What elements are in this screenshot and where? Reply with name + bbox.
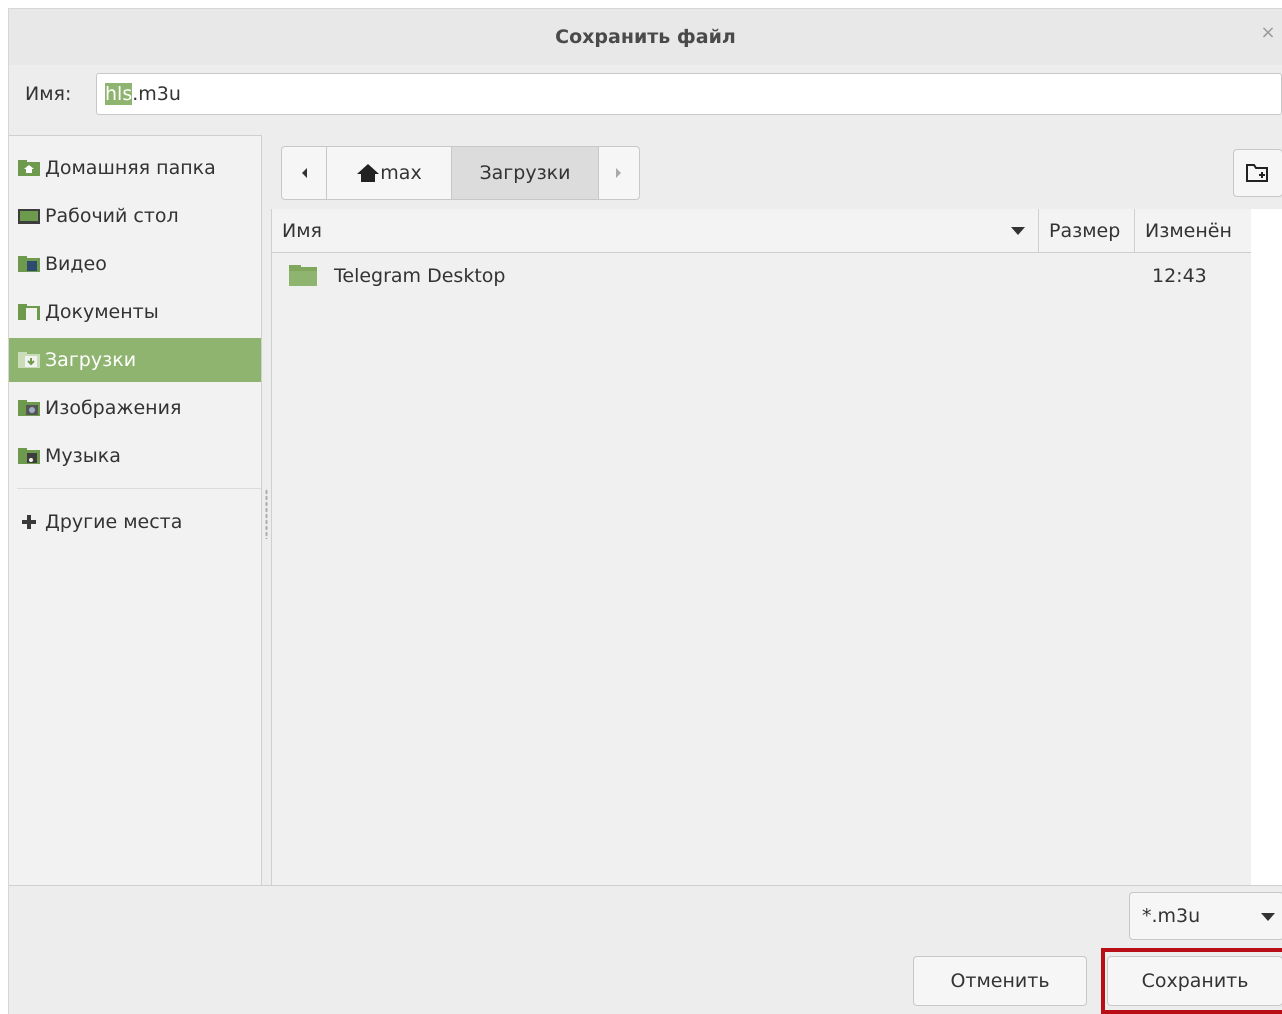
footer-divider xyxy=(9,885,1282,886)
filename-input[interactable]: hls .m3u xyxy=(96,73,1282,115)
close-icon[interactable]: × xyxy=(1258,23,1278,43)
places-sidebar: Домашняя папка Рабочий стол Видео Докуме… xyxy=(9,135,262,885)
pane-resize-handle[interactable] xyxy=(265,489,268,539)
save-button-highlight-frame xyxy=(1101,948,1282,1014)
sidebar-item-label: Другие места xyxy=(45,511,183,533)
column-modified[interactable]: Изменён xyxy=(1134,209,1252,253)
desktop-folder-icon xyxy=(17,206,41,226)
sidebar-item-downloads[interactable]: Загрузки xyxy=(9,338,261,382)
sidebar-item-documents[interactable]: Документы xyxy=(9,290,261,334)
path-forward-button[interactable] xyxy=(599,147,639,199)
file-row-name: Telegram Desktop xyxy=(334,265,506,287)
sidebar-item-label: Документы xyxy=(45,301,159,323)
sidebar-item-desktop[interactable]: Рабочий стол xyxy=(9,194,261,238)
path-segment-downloads[interactable]: Загрузки xyxy=(452,147,599,199)
path-bar: max Загрузки xyxy=(281,146,640,200)
new-folder-icon xyxy=(1246,164,1268,182)
sidebar-divider xyxy=(17,488,261,489)
save-file-dialog: Сохранить файл × Имя: hls .m3u Домашняя п… xyxy=(8,8,1282,1014)
column-name-label: Имя xyxy=(282,220,322,242)
path-segment-label: Загрузки xyxy=(479,162,571,184)
path-back-button[interactable] xyxy=(282,147,327,199)
folder-icon xyxy=(288,263,318,292)
chevron-left-icon xyxy=(302,168,307,178)
sidebar-item-label: Музыка xyxy=(45,445,121,467)
column-name[interactable]: Имя xyxy=(272,209,1038,253)
sidebar-item-label: Рабочий стол xyxy=(45,205,179,227)
path-segment-label: max xyxy=(380,162,422,184)
video-folder-icon xyxy=(17,254,41,274)
sidebar-item-label: Изображения xyxy=(45,397,182,419)
sidebar-item-home[interactable]: Домашняя папка xyxy=(9,146,261,190)
column-size[interactable]: Размер xyxy=(1038,209,1134,253)
sidebar-item-other-places[interactable]: Другие места xyxy=(9,500,261,544)
name-label: Имя: xyxy=(25,83,72,105)
dialog-title: Сохранить файл xyxy=(555,26,736,48)
sidebar-item-video[interactable]: Видео xyxy=(9,242,261,286)
path-segment-home[interactable]: max xyxy=(327,147,452,199)
dialog-titlebar: Сохранить файл × xyxy=(9,9,1282,65)
sidebar-item-label: Видео xyxy=(45,253,107,275)
file-row[interactable]: Telegram Desktop 12:43 xyxy=(272,257,1252,297)
column-modified-label: Изменён xyxy=(1145,220,1232,242)
sidebar-item-pictures[interactable]: Изображения xyxy=(9,386,261,430)
music-folder-icon xyxy=(17,446,41,466)
home-folder-icon xyxy=(17,158,41,178)
file-type-filter[interactable]: *.m3u xyxy=(1129,892,1282,940)
downloads-folder-icon xyxy=(17,350,41,370)
sidebar-item-label: Загрузки xyxy=(45,349,137,371)
chevron-right-icon xyxy=(616,168,621,178)
file-list-scrollbar-area[interactable] xyxy=(1251,209,1282,885)
cancel-button[interactable]: Отменить xyxy=(913,956,1087,1006)
filename-extension-text: .m3u xyxy=(132,83,181,105)
sidebar-item-music[interactable]: Музыка xyxy=(9,434,261,478)
file-list-header: Имя Размер Изменён xyxy=(272,209,1252,253)
pictures-folder-icon xyxy=(17,398,41,418)
home-icon xyxy=(357,164,380,182)
documents-folder-icon xyxy=(17,302,41,322)
sidebar-item-label: Домашняя папка xyxy=(45,157,216,179)
plus-icon xyxy=(17,512,41,532)
column-size-label: Размер xyxy=(1049,220,1121,242)
sort-descending-icon xyxy=(1011,227,1025,235)
file-list: Имя Размер Изменён Telegram Desktop 12:4… xyxy=(271,209,1252,885)
filename-selected-text: hls xyxy=(105,83,133,105)
file-type-filter-value: *.m3u xyxy=(1142,905,1201,927)
file-row-modified: 12:43 xyxy=(1152,265,1207,287)
new-folder-button[interactable] xyxy=(1233,149,1282,197)
chevron-down-icon xyxy=(1261,913,1275,921)
